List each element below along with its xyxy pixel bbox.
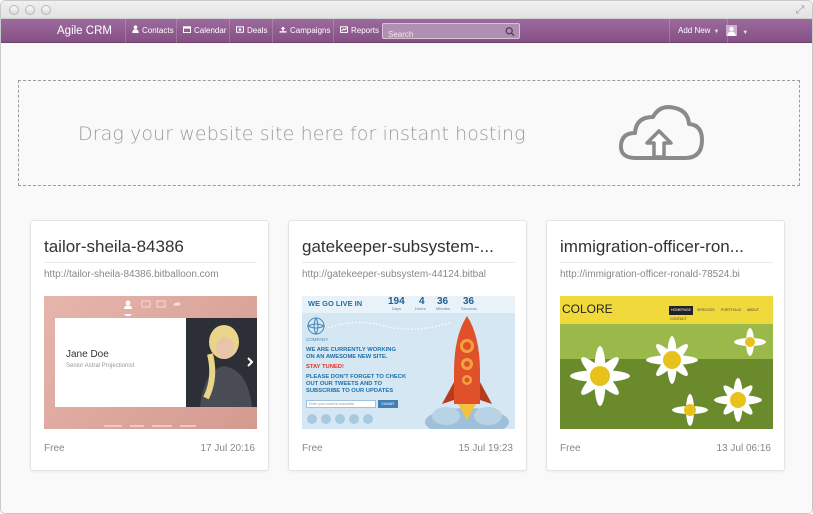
nav-campaigns-label: Campaigns — [290, 26, 331, 35]
site-date: 17 Jul 20:16 — [200, 443, 256, 454]
preview-submit-button: SUBMIT — [378, 400, 398, 408]
divider — [44, 262, 257, 263]
nav-deals[interactable]: Deals — [229, 19, 271, 43]
site-title[interactable]: immigration-officer-ron... — [560, 237, 774, 257]
add-new-label: Add New — [678, 26, 711, 35]
countdown-headline: WE GO LIVE IN — [308, 299, 363, 308]
nav-contacts-label: Contacts — [142, 26, 174, 35]
main-content: Drag your website site here for instant … — [1, 44, 812, 513]
preview-footer-links — [104, 415, 204, 427]
user-avatar-icon — [725, 25, 740, 36]
site-url[interactable]: http://tailor-sheila-84386.bitballoon.co… — [44, 269, 257, 280]
calendar-icon — [183, 19, 191, 43]
preview-menu-item: CONTACT — [670, 317, 687, 321]
campaigns-icon — [279, 19, 287, 43]
search-icon[interactable] — [505, 25, 515, 37]
site-card[interactable]: immigration-officer-ron... http://immigr… — [546, 220, 785, 471]
preview-email-input: Enter your email to subscribe — [306, 400, 376, 408]
browser-window: ⤢ Agile CRM Contacts Calendar Deals Camp… — [0, 0, 813, 514]
window-titlebar: ⤢ — [1, 1, 812, 19]
divider — [302, 262, 515, 263]
preview-menu-item: ABOUT — [747, 308, 760, 312]
countdown-days-unit: Days — [392, 306, 402, 311]
site-title[interactable]: gatekeeper-subsystem-... — [302, 237, 516, 257]
profile-card: Jane Doe Senior Astral Projectionist — [55, 318, 186, 407]
site-url[interactable]: http://immigration-officer-ronald-78524.… — [560, 269, 773, 280]
preview-menu: HOMEPAGE SERVICES PORTFOLIO ABOUT — [669, 306, 769, 315]
preview-brand: COLORE — [562, 302, 613, 316]
nav-reports-label: Reports — [351, 26, 380, 35]
site-preview-thumbnail[interactable]: WE GO LIVE IN 194 Days 4 Hours 36 Minute… — [302, 296, 515, 429]
contacts-icon — [132, 19, 139, 43]
cloud-upload-icon — [616, 98, 706, 168]
countdown-seconds-unit: Seconds — [461, 306, 477, 311]
preview-menu-item: PORTFOLIO — [721, 308, 742, 312]
site-url[interactable]: http://gatekeeper-subsystem-44124.bitbal — [302, 269, 515, 280]
add-new-dropdown[interactable]: Add New ▼ — [669, 19, 729, 43]
zoom-window-button[interactable] — [41, 5, 51, 15]
chevron-down-icon: ▼ — [742, 30, 749, 36]
chevron-down-icon: ▼ — [713, 29, 720, 35]
company-logo — [306, 316, 326, 336]
nav-calendar[interactable]: Calendar — [176, 19, 228, 43]
user-menu-button[interactable]: ▼ — [721, 19, 753, 43]
daisies-photo — [560, 324, 773, 429]
preview-line-1: WE ARE CURRENTLY WORKING — [306, 347, 396, 353]
preview-name: Jane Doe — [66, 349, 109, 360]
site-card[interactable]: gatekeeper-subsystem-... http://gatekeep… — [288, 220, 527, 471]
nav-deals-label: Deals — [247, 26, 268, 35]
preview-line-6: SUBSCRIBE TO OUR UPDATES — [306, 388, 394, 394]
site-date: 13 Jul 06:16 — [716, 443, 772, 454]
site-drop-zone[interactable]: Drag your website site here for instant … — [18, 80, 800, 186]
company-name: COMPANY — [306, 337, 329, 342]
search-box — [382, 23, 520, 42]
profile-photo — [186, 318, 257, 407]
reports-icon — [340, 19, 348, 43]
site-plan: Free — [302, 443, 323, 454]
nav-campaigns[interactable]: Campaigns — [272, 19, 332, 43]
site-title[interactable]: tailor-sheila-84386 — [44, 237, 258, 257]
rocket-illustration — [422, 312, 512, 429]
countdown-hours-unit: Hours — [415, 306, 426, 311]
preview-line-3: STAY TUNED! — [306, 364, 344, 370]
preview-line-5: OUT OUR TWEETS AND TO — [306, 381, 383, 387]
search-input[interactable] — [383, 27, 503, 42]
site-plan: Free — [44, 443, 65, 454]
countdown-bar: WE GO LIVE IN 194 Days 4 Hours 36 Minute… — [302, 296, 515, 313]
nav-contacts[interactable]: Contacts — [125, 19, 175, 43]
preview-menu-item: SERVICES — [697, 308, 715, 312]
close-window-button[interactable] — [9, 5, 19, 15]
fullscreen-icon[interactable]: ⤢ — [794, 4, 806, 16]
site-date: 15 Jul 19:23 — [458, 443, 514, 454]
brand-logo[interactable]: Agile CRM — [57, 19, 112, 43]
divider — [560, 262, 773, 263]
minimize-window-button[interactable] — [25, 5, 35, 15]
site-preview-thumbnail[interactable]: Jane Doe Senior Astral Projectionist — [44, 296, 257, 429]
site-plan: Free — [560, 443, 581, 454]
top-navbar: Agile CRM Contacts Calendar Deals Campai… — [1, 19, 812, 43]
preview-line-2: ON AN AWESOME NEW SITE. — [306, 354, 388, 360]
site-preview-thumbnail[interactable]: COLORE HOMEPAGE SERVICES PORTFOLIO ABOUT… — [560, 296, 773, 429]
preview-line-4: PLEASE DON'T FORGET TO CHECK — [306, 374, 407, 380]
nav-reports[interactable]: Reports — [333, 19, 379, 43]
drop-zone-text: Drag your website site here for instant … — [78, 123, 526, 145]
countdown-minutes-unit: Minutes — [436, 306, 451, 311]
site-card[interactable]: tailor-sheila-84386 http://tailor-sheila… — [30, 220, 269, 471]
preview-toolbar — [44, 296, 257, 318]
preview-role: Senior Astral Projectionist — [66, 363, 135, 369]
preview-menu-item: HOMEPAGE — [669, 306, 693, 315]
preview-social-icons — [306, 412, 396, 424]
nav-calendar-label: Calendar — [194, 26, 227, 35]
deals-icon — [236, 19, 244, 43]
